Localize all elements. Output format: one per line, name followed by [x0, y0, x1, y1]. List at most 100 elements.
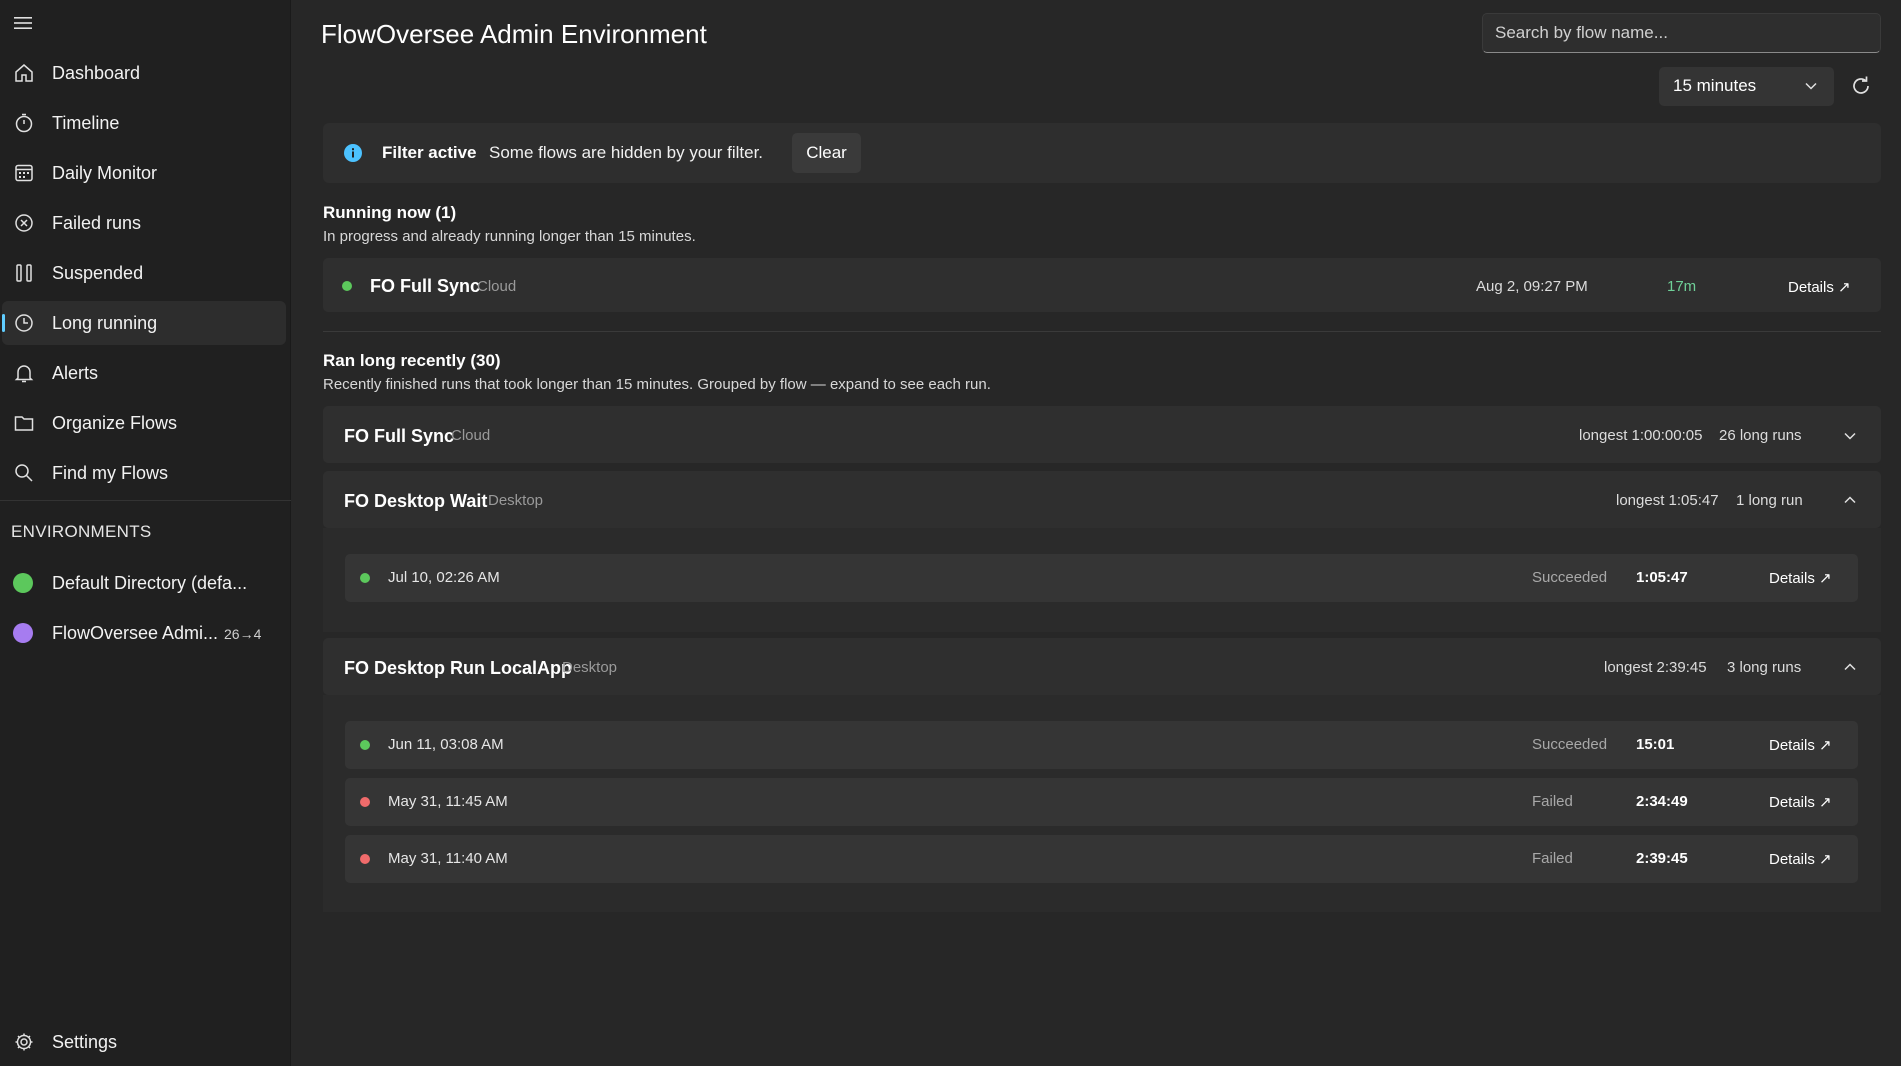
sidebar-item-dashboard[interactable]: Dashboard — [2, 51, 286, 95]
threshold-dropdown[interactable]: 15 minutes — [1659, 67, 1834, 106]
run-duration: 2:34:49 — [1636, 793, 1688, 810]
ran-long-subtitle: Recently finished runs that took longer … — [323, 376, 991, 393]
environment-badge: 26→4 — [224, 626, 262, 642]
flow-name: FO Desktop Wait — [344, 491, 488, 511]
flow-name: FO Full Sync — [370, 276, 481, 296]
flow-group-header[interactable]: FO Desktop Wait Desktop longest 1:05:47 … — [323, 471, 1881, 528]
calendar-icon — [12, 161, 36, 185]
sidebar-item-long-running[interactable]: Long running — [2, 301, 286, 345]
run-time: Jul 10, 02:26 AM — [388, 569, 500, 586]
flow-group-header[interactable]: FO Full Sync Cloud longest 1:00:00:05 26… — [323, 406, 1881, 463]
chevron-up-icon[interactable] — [1843, 660, 1857, 674]
sidebar-item-timeline[interactable]: Timeline — [2, 101, 286, 145]
clock-icon — [12, 311, 36, 335]
run-duration: 2:39:45 — [1636, 850, 1688, 867]
run-duration: 15:01 — [1636, 736, 1675, 753]
started-time: Aug 2, 09:27 PM — [1476, 278, 1588, 295]
run-row: May 31, 11:40 AM Failed 2:39:45 Details … — [345, 835, 1858, 883]
flow-type-tag: Cloud — [477, 278, 517, 295]
sidebar-item-label: Timeline — [52, 112, 120, 133]
section-divider — [323, 331, 1881, 332]
sidebar-item-label: Find my Flows — [52, 462, 169, 483]
environment-item-default-directory[interactable]: Default Directory (defa... — [2, 561, 286, 605]
sidebar-item-suspended[interactable]: Suspended — [2, 251, 286, 295]
sidebar-item-label: Alerts — [52, 362, 99, 383]
flow-name: FO Desktop Run LocalApp — [344, 658, 573, 678]
running-now-title: Running now (1) — [323, 203, 457, 222]
run-row: Jun 11, 03:08 AM Succeeded 15:01 Details… — [345, 721, 1858, 769]
sidebar-divider — [0, 500, 291, 501]
details-link[interactable]: Details ↗ — [1788, 278, 1851, 296]
run-row: May 31, 11:45 AM Failed 2:34:49 Details … — [345, 778, 1858, 826]
filter-title: Filter active — [382, 143, 477, 162]
search-input[interactable] — [1482, 13, 1881, 53]
threshold-value: 15 minutes — [1673, 76, 1757, 95]
long-run-count: 3 long runs — [1727, 659, 1802, 676]
error-circle-icon — [12, 211, 36, 235]
sidebar-item-find-my-flows[interactable]: Find my Flows — [2, 451, 286, 495]
sidebar-item-label: Failed runs — [52, 212, 142, 233]
info-icon — [344, 144, 362, 162]
refresh-icon[interactable] — [1849, 74, 1873, 98]
run-row: Jul 10, 02:26 AM Succeeded 1:05:47 Detai… — [345, 554, 1858, 602]
status-dot — [360, 573, 370, 583]
environments-header: ENVIRONMENTS — [11, 522, 152, 541]
environment-color-dot — [13, 573, 33, 593]
run-time: May 31, 11:45 AM — [388, 793, 508, 810]
long-run-count: 1 long run — [1736, 492, 1803, 509]
details-link[interactable]: Details ↗ — [1769, 793, 1832, 811]
flow-type-tag: Desktop — [562, 659, 618, 676]
longest-duration: longest 1:00:00:05 — [1579, 427, 1703, 444]
run-status: Succeeded — [1532, 569, 1608, 586]
details-link[interactable]: Details ↗ — [1769, 736, 1832, 754]
flow-group-header[interactable]: FO Desktop Run LocalApp Desktop longest … — [323, 638, 1881, 695]
run-status: Succeeded — [1532, 736, 1608, 753]
details-link[interactable]: Details ↗ — [1769, 850, 1832, 868]
ran-long-title: Ran long recently (30) — [323, 351, 501, 370]
longest-duration: longest 1:05:47 — [1616, 492, 1719, 509]
chevron-down-icon — [1805, 82, 1817, 90]
flow-type-tag: Desktop — [488, 492, 544, 509]
status-dot — [360, 740, 370, 750]
running-now-subtitle: In progress and already running longer t… — [323, 228, 696, 245]
run-time: Jun 11, 03:08 AM — [388, 736, 504, 753]
sidebar-item-label: Settings — [52, 1031, 118, 1052]
environment-label: Default Directory (defa... — [52, 573, 248, 593]
sidebar-item-daily-monitor[interactable]: Daily Monitor — [2, 151, 286, 195]
sidebar-item-label: Dashboard — [52, 62, 141, 83]
run-time: May 31, 11:40 AM — [388, 850, 508, 867]
page-title: FlowOversee Admin Environment — [321, 19, 707, 49]
clear-filter-button[interactable]: Clear — [792, 133, 861, 173]
gear-icon — [12, 1030, 36, 1054]
status-dot — [360, 797, 370, 807]
sidebar-item-label: Suspended — [52, 262, 144, 283]
elapsed-time: 17m — [1667, 278, 1697, 295]
longest-duration: longest 2:39:45 — [1604, 659, 1707, 676]
environment-label: FlowOversee Admi... — [52, 623, 219, 643]
sidebar-item-alerts[interactable]: Alerts — [2, 351, 286, 395]
environment-color-dot — [13, 623, 33, 643]
sidebar-item-label: Long running — [52, 312, 158, 333]
run-status: Failed — [1532, 793, 1573, 810]
filter-message: Some flows are hidden by your filter. — [489, 143, 764, 162]
hamburger-menu-icon[interactable] — [12, 14, 34, 32]
home-icon — [12, 61, 36, 85]
sidebar-item-failed-runs[interactable]: Failed runs — [2, 201, 286, 245]
status-dot — [360, 854, 370, 864]
chevron-down-icon[interactable] — [1843, 429, 1857, 443]
sidebar-item-label: Organize Flows — [52, 412, 178, 433]
chevron-up-icon[interactable] — [1843, 493, 1857, 507]
details-link[interactable]: Details ↗ — [1769, 569, 1832, 587]
stopwatch-icon — [12, 111, 36, 135]
sidebar-item-settings[interactable]: Settings — [2, 1020, 286, 1064]
sidebar-item-label: Daily Monitor — [52, 162, 158, 183]
flow-type-tag: Cloud — [451, 427, 491, 444]
running-flow-row: FO Full Sync Cloud Aug 2, 09:27 PM 17m D… — [323, 258, 1881, 312]
search-icon — [12, 461, 36, 485]
environment-item-flowoversee-admin[interactable]: FlowOversee Admi... 26→4 — [2, 611, 286, 655]
pause-icon — [12, 261, 36, 285]
flow-name: FO Full Sync — [344, 426, 455, 446]
filter-active-banner: Filter active Some flows are hidden by y… — [323, 123, 1881, 183]
folder-icon — [12, 411, 36, 435]
sidebar-item-organize-flows[interactable]: Organize Flows — [2, 401, 286, 445]
